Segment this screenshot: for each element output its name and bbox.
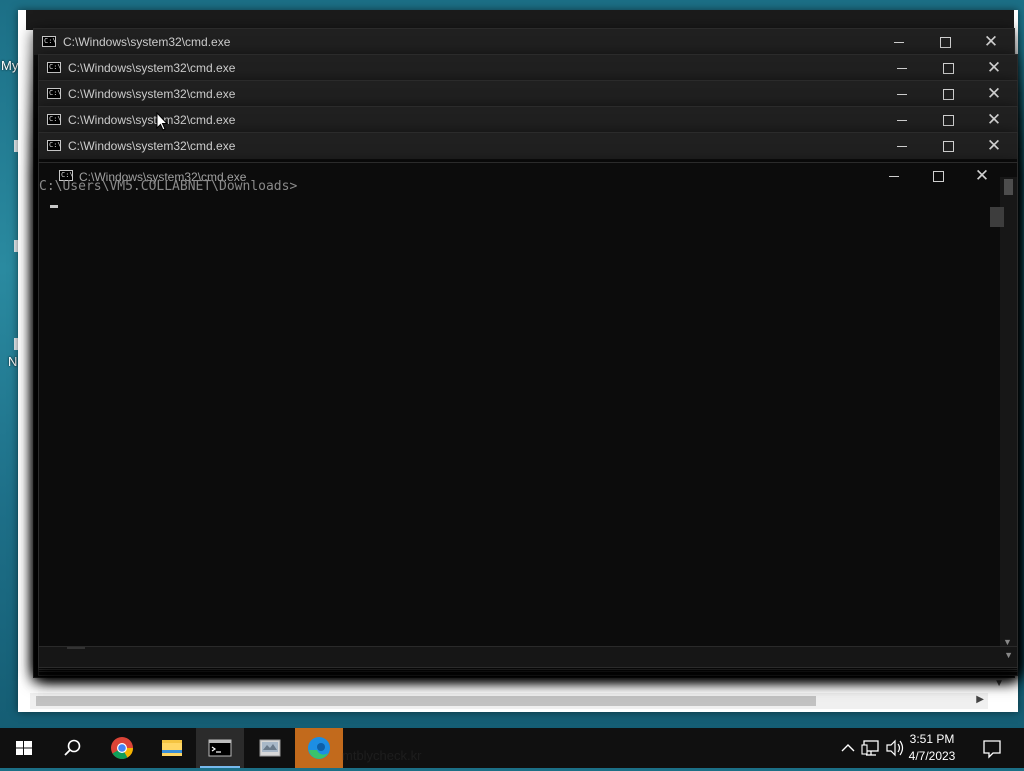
close-icon: ✕ xyxy=(986,58,1002,77)
desktop-icon-label-n[interactable]: N xyxy=(8,354,17,369)
window-title: C:\Windows\system32\cmd.exe xyxy=(63,35,231,49)
network-icon xyxy=(861,740,879,756)
cmd-app-icon: C:\ xyxy=(47,62,62,73)
minimize-icon xyxy=(889,176,899,178)
maximize-icon xyxy=(942,115,954,127)
close-icon: ✕ xyxy=(986,110,1002,129)
cmd-titlebar[interactable]: C:\ C:\Windows\system32\cmd.exe ✕ xyxy=(39,81,1017,107)
console-cursor xyxy=(50,205,58,208)
scrollbar-thumb[interactable] xyxy=(990,207,1004,227)
app-icon xyxy=(259,739,281,757)
close-button[interactable]: ✕ xyxy=(971,55,1017,81)
maximize-button[interactable] xyxy=(925,107,971,133)
taskbar-app[interactable] xyxy=(246,728,294,768)
minimize-icon xyxy=(897,94,907,96)
console-prompt: C:\Users\VM5.COLLABNET\Downloads> xyxy=(39,179,298,194)
minimize-button[interactable] xyxy=(879,107,925,133)
desktop-icon-label-my[interactable]: My xyxy=(1,58,18,73)
cmd-titlebar[interactable]: C:\ C:\Windows\system32\cmd.exe ✕ xyxy=(34,29,1014,55)
cmd-app-icon: C:\ xyxy=(47,88,62,99)
close-icon: ✕ xyxy=(983,32,999,51)
action-center-button[interactable] xyxy=(978,728,1006,768)
window-title: C:\Windows\system32\cmd.exe xyxy=(68,113,236,127)
edge-icon xyxy=(308,737,330,759)
taskbar-tooltip-text: mtblycheck.kr xyxy=(342,748,422,763)
taskbar-edge[interactable] xyxy=(295,728,343,768)
cmd-titlebar[interactable]: C:\ C:\Windows\system32\cmd.exe ✕ xyxy=(39,55,1017,81)
scroll-down-icon[interactable]: ▼ xyxy=(1004,650,1013,660)
windows-logo-icon xyxy=(16,741,32,755)
start-button[interactable] xyxy=(0,728,48,768)
clock-date: 4/7/2023 xyxy=(908,749,956,763)
taskbar-file-explorer[interactable] xyxy=(148,728,196,768)
minimize-icon xyxy=(897,120,907,122)
search-button[interactable] xyxy=(48,728,96,768)
close-icon: ✕ xyxy=(974,166,990,185)
minimize-icon xyxy=(897,146,907,148)
background-window-titlebar xyxy=(26,10,1014,30)
notification-icon xyxy=(983,740,1001,759)
minimize-icon xyxy=(894,42,904,44)
close-button[interactable]: ✕ xyxy=(971,133,1017,159)
taskbar: mtblycheck.kr 3:51 PM 4/7/2023 xyxy=(0,728,1024,768)
maximize-button[interactable] xyxy=(915,163,961,189)
chevron-up-icon xyxy=(841,744,855,752)
terminal-icon xyxy=(208,739,232,757)
scroll-right-icon[interactable]: ▶ xyxy=(976,694,984,705)
close-icon: ✕ xyxy=(986,84,1002,103)
close-button[interactable]: ✕ xyxy=(971,107,1017,133)
maximize-icon xyxy=(942,63,954,75)
maximize-icon xyxy=(939,37,951,49)
window-title: C:\Windows\system32\cmd.exe xyxy=(68,139,236,153)
scrollbar-thumb[interactable] xyxy=(36,696,816,706)
close-icon: ✕ xyxy=(986,136,1002,155)
cmd-app-icon: C:\ xyxy=(47,140,62,151)
show-hidden-icons-button[interactable] xyxy=(838,728,858,768)
maximize-button[interactable] xyxy=(925,81,971,107)
taskbar-clock[interactable]: 3:51 PM 4/7/2023 xyxy=(902,731,962,765)
minimize-button[interactable] xyxy=(879,133,925,159)
close-button[interactable]: ✕ xyxy=(971,81,1017,107)
cmd-titlebar[interactable]: C:\ C:\Windows\system32\cmd.exe ✕ xyxy=(39,133,1017,159)
clock-time: 3:51 PM xyxy=(909,732,955,746)
minimize-button[interactable] xyxy=(876,29,922,55)
cmd-app-icon: C:\ xyxy=(42,36,57,47)
close-button[interactable]: ✕ xyxy=(959,163,1005,189)
minimize-button[interactable] xyxy=(879,81,925,107)
folder-icon xyxy=(162,740,182,756)
vertical-scrollbar[interactable]: ▼ xyxy=(990,177,1017,647)
maximize-icon xyxy=(942,141,954,153)
scroll-down-icon[interactable]: ▼ xyxy=(994,678,1004,689)
cmd-window-active[interactable]: C:\ C:\Windows\system32\cmd.exe ✕ C:\Use… xyxy=(38,162,1018,668)
horizontal-scrollbar[interactable]: ▶ xyxy=(30,693,988,709)
mouse-pointer-icon xyxy=(156,112,168,131)
chrome-icon xyxy=(111,737,133,759)
scrollbar-thumb[interactable] xyxy=(1004,179,1013,195)
divider xyxy=(67,647,85,649)
network-button[interactable] xyxy=(860,728,882,768)
console-bottom-bar: ▼ xyxy=(39,646,1017,667)
maximize-icon xyxy=(942,89,954,101)
window-title: C:\Windows\system32\cmd.exe xyxy=(68,61,236,75)
close-button[interactable]: ✕ xyxy=(968,29,1014,55)
maximize-button[interactable] xyxy=(925,55,971,81)
cmd-titlebar[interactable]: C:\ C:\Windows\system32\cmd.exe ✕ xyxy=(39,107,1017,133)
minimize-button[interactable] xyxy=(871,163,917,189)
search-icon xyxy=(64,739,81,756)
minimize-button[interactable] xyxy=(879,55,925,81)
maximize-button[interactable] xyxy=(922,29,968,55)
window-title: C:\Windows\system32\cmd.exe xyxy=(68,87,236,101)
cmd-app-icon: C:\ xyxy=(47,114,62,125)
maximize-button[interactable] xyxy=(925,133,971,159)
taskbar-chrome[interactable] xyxy=(98,728,146,768)
taskbar-cmd[interactable] xyxy=(196,728,244,768)
maximize-icon xyxy=(932,171,944,183)
minimize-icon xyxy=(897,68,907,70)
